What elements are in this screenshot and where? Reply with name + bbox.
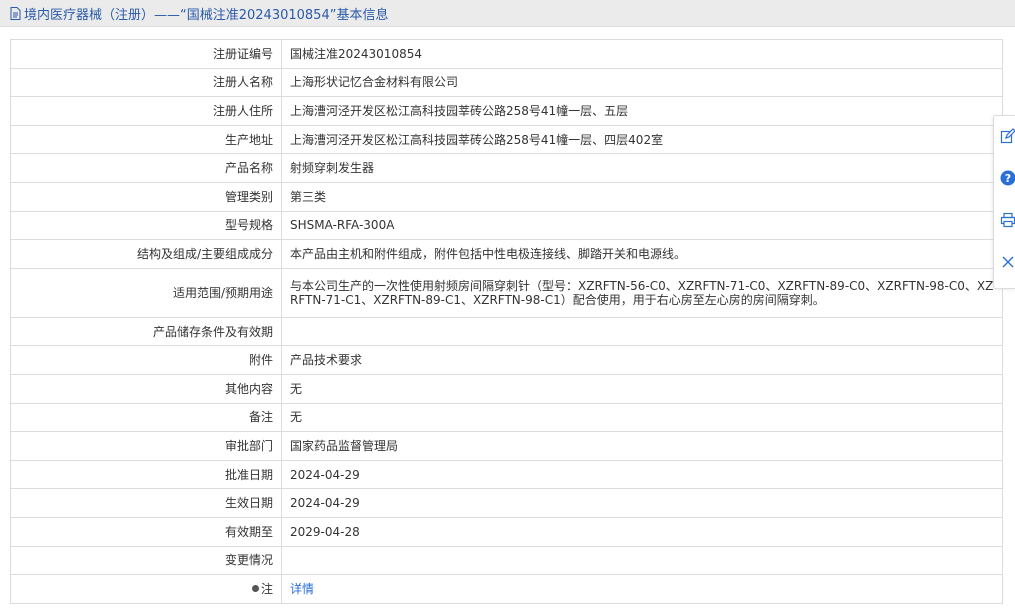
row-value: 无 [281,373,1003,404]
row-value: 第三类 [281,181,1003,212]
edit-icon[interactable] [1000,128,1015,144]
row-value: 与本公司生产的一次性使用射频房间隔穿刺针（型号：XZRFTN-56-C0、XZR… [281,267,1003,318]
table-row: 附件 产品技术要求 [10,345,1003,375]
side-toolbar: ? [993,115,1015,289]
table-row: 生效日期 2024-04-29 [10,488,1003,518]
row-value: 2024-04-29 [281,459,1003,490]
table-row: 产品储存条件及有效期 [10,316,1003,347]
table-row: 审批部门 国家药品监督管理局 [10,431,1003,461]
row-label: 管理类别 [10,181,282,212]
row-label: 生产地址 [10,124,282,155]
row-value: 2024-04-29 [281,488,1003,518]
table-row: 变更情况 [10,545,1003,576]
row-value: 产品技术要求 [281,345,1003,375]
row-label: 注册人住所 [10,96,282,126]
table-row: 注册人名称 上海形状记忆合金材料有限公司 [10,67,1003,98]
row-label: 生效日期 [10,488,282,518]
table-row: 型号规格 SHSMA-RFA-300A [10,210,1003,241]
table-row: 其他内容无 [10,373,1003,404]
svg-text:?: ? [1005,172,1011,185]
row-value: 上海形状记忆合金材料有限公司 [281,67,1003,98]
table-row: 批准日期 2024-04-29 [10,459,1003,490]
table-row: 注册证编号 国械注准20243010854 [10,39,1003,69]
row-label: 结构及组成/主要组成成分 [10,239,282,269]
row-value: 国家药品监督管理局 [281,431,1003,461]
row-label: 审批部门 [10,431,282,461]
row-value: 2029-04-28 [281,516,1003,547]
row-value: SHSMA-RFA-300A [281,210,1003,241]
row-label: 产品储存条件及有效期 [10,316,282,347]
row-value [281,316,1003,347]
row-value: 国械注准20243010854 [281,39,1003,69]
page-header: 境内医疗器械（注册）——“国械注准20243010854”基本信息 [0,0,1015,27]
row-label: 批准日期 [10,459,282,490]
table-row: 注册人住所 上海漕河泾开发区松江高科技园莘砖公路258号41幢一层、五层 [10,96,1003,126]
row-label: 注册证编号 [10,39,282,69]
row-value: 射频穿刺发生器 [281,153,1003,183]
row-value [281,545,1003,576]
table-row: 适用范围/预期用途 与本公司生产的一次性使用射频房间隔穿刺针（型号：XZRFTN-… [10,267,1003,318]
bullet-icon [251,584,259,592]
table-row: 生产地址 上海漕河泾开发区松江高科技园莘砖公路258号41幢一层、四层402室 [10,124,1003,155]
row-label: 备注 [10,402,282,433]
note-label-text: 注 [260,581,273,596]
document-icon [10,6,21,20]
row-value: 无 [281,402,1003,433]
row-value: 本产品由主机和附件组成，附件包括中性电极连接线、脚踏开关和电源线。 [281,239,1003,269]
row-label: 变更情况 [10,545,282,576]
info-table: 注册证编号 国械注准20243010854 注册人名称 上海形状记忆合金材料有限公司… [10,39,1003,604]
row-label: 其他内容 [10,373,282,404]
table-row: 备注无 [10,402,1003,433]
details-link[interactable]: 详情 [290,582,314,596]
row-value: 上海漕河泾开发区松江高科技园莘砖公路258号41幢一层、五层 [281,96,1003,126]
table-row: 产品名称 射频穿刺发生器 [10,153,1003,183]
row-label: 型号规格 [10,210,282,241]
row-label: 适用范围/预期用途 [10,267,282,318]
print-icon[interactable] [1000,212,1015,228]
row-label: 附件 [10,345,282,375]
close-icon[interactable] [1000,254,1015,270]
table-row: 有效期至 2029-04-28 [10,516,1003,547]
note-label: 注 [10,574,282,604]
help-icon[interactable]: ? [1000,170,1015,186]
page-title: 境内医疗器械（注册）——“国械注准20243010854”基本信息 [24,7,389,23]
row-value: 上海漕河泾开发区松江高科技园莘砖公路258号41幢一层、四层402室 [281,124,1003,155]
note-value: 详情 [281,574,1003,604]
table-row: 管理类别 第三类 [10,181,1003,212]
row-label: 注册人名称 [10,67,282,98]
note-row: 注 详情 [10,574,1003,604]
table-row: 结构及组成/主要组成成分 本产品由主机和附件组成，附件包括中性电极连接线、脚踏开关… [10,239,1003,269]
row-label: 有效期至 [10,516,282,547]
row-label: 产品名称 [10,153,282,183]
